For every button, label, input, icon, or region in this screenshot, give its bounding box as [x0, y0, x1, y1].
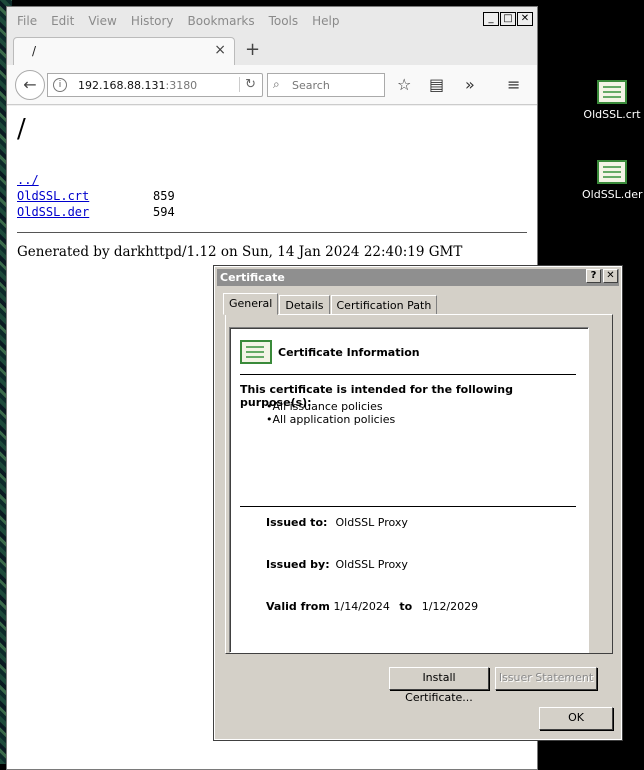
url-bar[interactable]: i 192.168.88.131:3180 ↻	[47, 73, 263, 97]
desktop-icon-der[interactable]: OldSSL.der	[582, 160, 643, 201]
server-footer: Generated by darkhttpd/1.12 on Sun, 14 J…	[17, 244, 463, 260]
issuer-statement-button[interactable]: Issuer Statement	[495, 667, 597, 690]
menu-edit[interactable]: Edit	[51, 14, 74, 28]
install-certificate-button[interactable]: Install Certificate...	[389, 667, 489, 704]
certificate-icon	[240, 340, 272, 364]
tab-strip: / × +	[7, 35, 537, 65]
certificate-info-box: Certificate Information This certificate…	[229, 327, 589, 653]
purpose-item: •All application policies	[266, 413, 396, 426]
file-size: 859	[153, 189, 175, 203]
desktop-icon-crt[interactable]: OldSSL.crt	[582, 80, 642, 121]
help-button[interactable]: ?	[586, 269, 601, 283]
list-item: OldSSL.der 594	[17, 204, 175, 220]
valid-to-label: to	[399, 600, 413, 613]
file-listing: ../ OldSSL.crt 859 OldSSL.der 594	[17, 172, 175, 220]
reader-view-icon[interactable]: ▤	[429, 75, 444, 94]
issued-by-value: OldSSL Proxy	[335, 558, 408, 571]
tab-close-icon[interactable]: ×	[214, 42, 226, 58]
menu-view[interactable]: View	[88, 14, 116, 28]
menu-tools[interactable]: Tools	[269, 14, 299, 28]
dialog-tabs: General Details Certification Path	[223, 293, 438, 315]
tab-title: /	[32, 44, 37, 58]
minimize-button[interactable]: _	[483, 12, 499, 26]
file-link-crt[interactable]: OldSSL.crt	[17, 188, 153, 204]
back-arrow-icon[interactable]: ←	[15, 70, 45, 100]
navigation-bar: ← i 192.168.88.131:3180 ↻ ⌕ Search ☆ ▤ »…	[7, 65, 537, 105]
issued-to-row: Issued to: OldSSL Proxy	[266, 516, 408, 529]
url-host: 192.168.88.131	[78, 79, 166, 92]
purpose-list: •All issuance policies •All application …	[266, 400, 395, 426]
dialog-title: Certificate	[217, 269, 619, 286]
url-text: 192.168.88.131:3180	[78, 79, 197, 92]
validity-row: Valid from 1/14/2024 to 1/12/2029	[266, 600, 478, 613]
valid-from-label: Valid from	[266, 600, 330, 613]
parent-directory-link[interactable]: ../	[17, 172, 39, 188]
info-icon[interactable]: i	[53, 78, 67, 92]
tab-details[interactable]: Details	[279, 295, 330, 315]
maximize-button[interactable]: □	[500, 12, 516, 26]
ok-button[interactable]: OK	[539, 707, 613, 730]
page-heading: /	[17, 114, 26, 144]
certificate-icon	[597, 80, 627, 104]
file-link-der[interactable]: OldSSL.der	[17, 204, 153, 220]
file-size: 594	[153, 205, 175, 219]
divider	[240, 374, 576, 375]
menu-bar: File Edit View History Bookmarks Tools H…	[7, 7, 537, 35]
close-dialog-button[interactable]: ✕	[603, 269, 618, 283]
hamburger-menu-icon[interactable]: ≡	[507, 75, 520, 94]
bookmark-star-icon[interactable]: ☆	[397, 75, 411, 94]
menu-history[interactable]: History	[131, 14, 174, 28]
url-port: :3180	[165, 79, 198, 92]
list-item: ../	[17, 172, 175, 188]
desktop-icon-label: OldSSL.crt	[583, 108, 641, 121]
search-icon: ⌕	[273, 77, 280, 91]
search-box[interactable]: ⌕ Search	[267, 73, 385, 97]
certificate-dialog: Certificate ? ✕ General Details Certific…	[213, 265, 623, 741]
overflow-chevron-icon[interactable]: »	[465, 75, 475, 94]
divider	[17, 232, 527, 233]
desktop-icon-label: OldSSL.der	[582, 188, 643, 201]
issued-to-value: OldSSL Proxy	[335, 516, 408, 529]
menu-bookmarks[interactable]: Bookmarks	[188, 14, 255, 28]
issued-to-label: Issued to:	[266, 516, 328, 529]
menu-help[interactable]: Help	[312, 14, 339, 28]
valid-from-value: 1/14/2024	[333, 600, 390, 613]
valid-to-value: 1/12/2029	[421, 600, 479, 613]
info-title: Certificate Information	[278, 345, 420, 359]
reload-icon[interactable]: ↻	[239, 77, 256, 92]
issued-by-row: Issued by: OldSSL Proxy	[266, 558, 408, 571]
purpose-item: •All issuance policies	[266, 400, 383, 413]
info-header: Certificate Information	[240, 340, 420, 364]
new-tab-icon[interactable]: +	[245, 39, 260, 60]
tab-general[interactable]: General	[223, 293, 279, 315]
certificate-icon	[597, 160, 627, 184]
issued-by-label: Issued by:	[266, 558, 330, 571]
search-placeholder: Search	[292, 79, 330, 92]
close-window-button[interactable]: ✕	[517, 12, 533, 26]
menu-file[interactable]: File	[17, 14, 37, 28]
list-item: OldSSL.crt 859	[17, 188, 175, 204]
browser-tab[interactable]: / ×	[13, 37, 235, 65]
divider	[240, 506, 576, 507]
window-controls: _ □ ✕	[483, 12, 533, 26]
tab-certification-path[interactable]: Certification Path	[330, 295, 438, 315]
